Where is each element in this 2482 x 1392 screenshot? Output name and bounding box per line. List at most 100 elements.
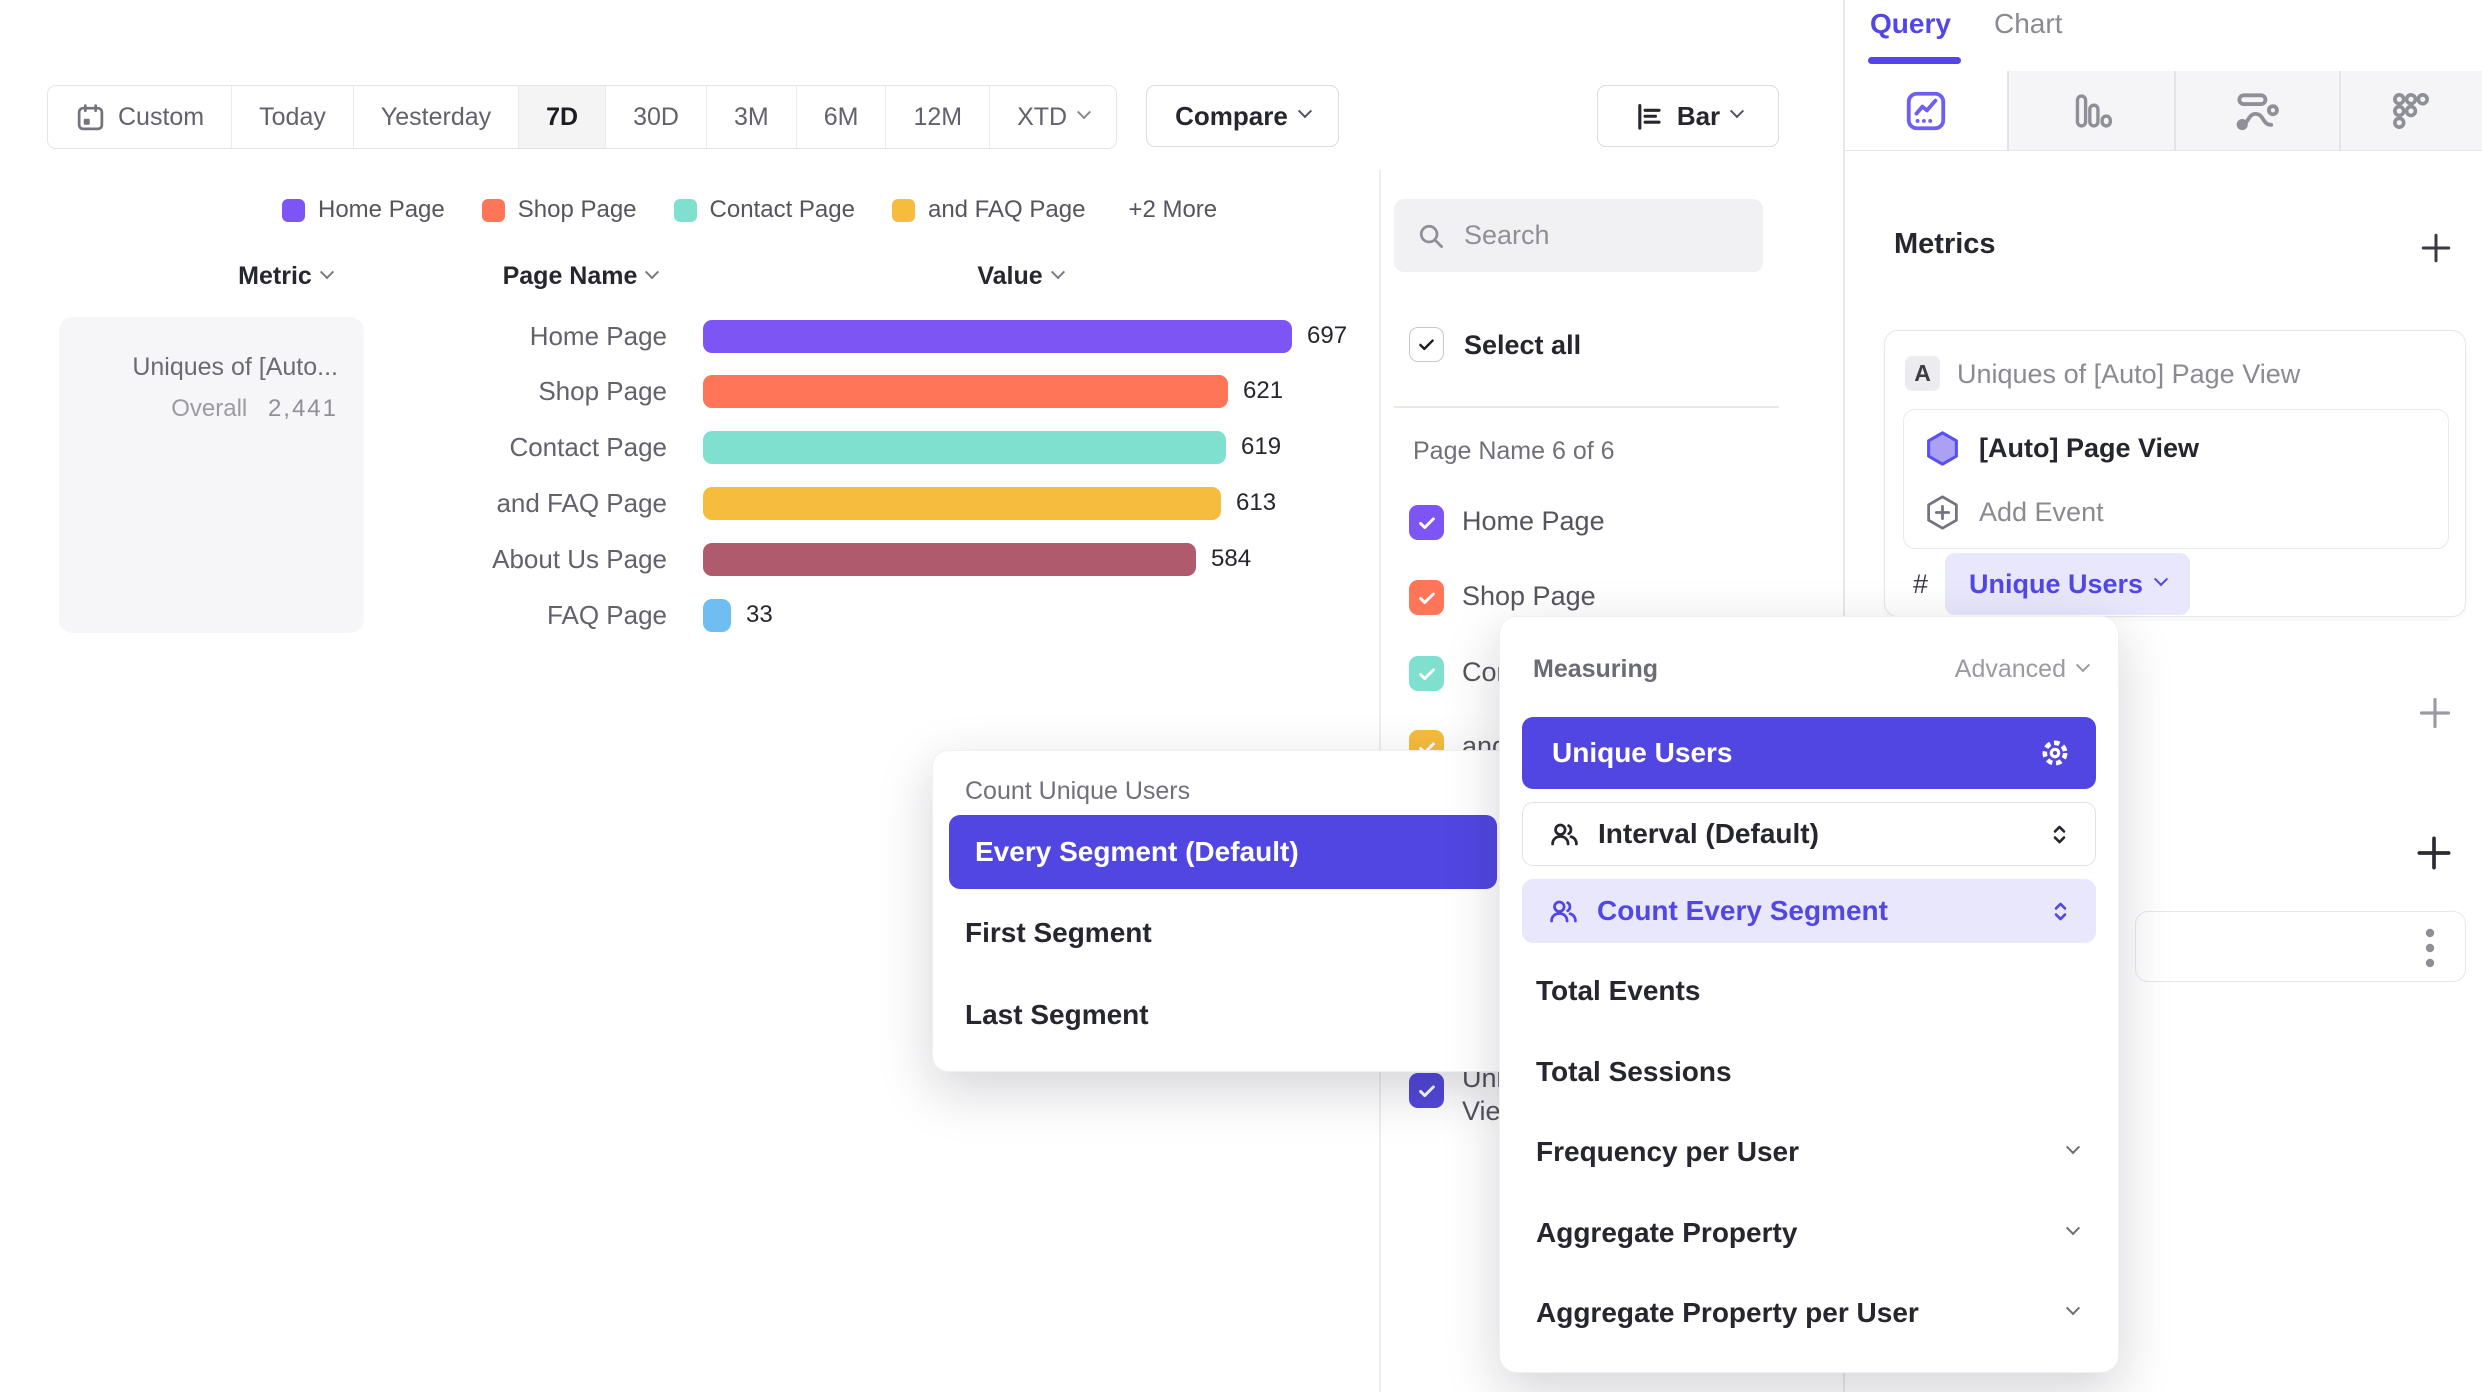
menu-item-total-sessions[interactable]: Total Sessions bbox=[1536, 1056, 1732, 1088]
menu-item-every-segment[interactable]: Every Segment (Default) bbox=[949, 815, 1497, 889]
report-tab-flows[interactable] bbox=[2175, 71, 2339, 150]
segment-checkbox-contact-page[interactable] bbox=[1409, 656, 1444, 691]
report-tab-funnels[interactable] bbox=[2008, 71, 2173, 150]
menu-item-aggregate-property[interactable]: Aggregate Property bbox=[1536, 1217, 1797, 1249]
segment-checkbox-shop-page[interactable] bbox=[1409, 580, 1444, 615]
active-tab-underline bbox=[1868, 57, 1961, 64]
legend-item[interactable]: and FAQ Page bbox=[892, 196, 1085, 224]
retention-tab-icon bbox=[2389, 89, 2433, 133]
chevron-down-icon bbox=[1077, 105, 1091, 119]
measure-hash-symbol: # bbox=[1913, 569, 1928, 600]
date-range-label: Custom bbox=[118, 103, 204, 132]
menu-item-unique-users[interactable]: Unique Users bbox=[1522, 717, 2096, 789]
add-metric-plus-icon[interactable] bbox=[2418, 230, 2454, 266]
report-tab-retention[interactable] bbox=[2340, 71, 2482, 150]
bar[interactable] bbox=[703, 599, 731, 632]
count-every-segment-selector[interactable]: Count Every Segment bbox=[1522, 879, 2096, 943]
select-all-checkbox[interactable] bbox=[1409, 327, 1444, 362]
check-icon bbox=[1416, 587, 1438, 609]
menu-item-total-events[interactable]: Total Events bbox=[1536, 975, 1700, 1007]
tab-query[interactable]: Query bbox=[1870, 8, 1951, 40]
chevron-down-icon bbox=[2154, 572, 2168, 586]
metric-badge: A bbox=[1905, 356, 1940, 391]
search-input[interactable] bbox=[1462, 219, 1726, 252]
breakdown-card[interactable] bbox=[2135, 911, 2466, 982]
metric-query-card[interactable]: A Uniques of [Auto] Page View [Auto] Pag… bbox=[1884, 330, 2466, 617]
gear-icon[interactable] bbox=[2038, 736, 2072, 770]
advanced-toggle[interactable]: Advanced bbox=[1955, 655, 2088, 684]
date-range-today[interactable]: Today bbox=[231, 86, 353, 148]
chart-row: Contact Page 619 bbox=[380, 430, 1281, 464]
people-icon bbox=[1549, 820, 1580, 849]
search-icon bbox=[1416, 221, 1446, 251]
column-header-value[interactable]: Value bbox=[905, 262, 1135, 291]
bar[interactable] bbox=[703, 431, 1226, 464]
segment-group-label: Page Name 6 of 6 bbox=[1413, 437, 1615, 466]
report-tab-insights[interactable] bbox=[1845, 71, 2007, 150]
bar-label: Contact Page bbox=[380, 432, 667, 463]
date-range-xtd[interactable]: XTD bbox=[989, 86, 1116, 148]
date-range-3m[interactable]: 3M bbox=[706, 86, 796, 148]
event-row[interactable]: [Auto] Page View bbox=[1924, 430, 2199, 467]
chart-type-dropdown[interactable]: Bar bbox=[1597, 85, 1779, 147]
chevron-down-icon bbox=[2076, 658, 2090, 672]
bar-value: 621 bbox=[1243, 377, 1283, 405]
add-event-label: Add Event bbox=[1979, 497, 2104, 528]
popup-title: Count Unique Users bbox=[965, 777, 1190, 806]
date-range-custom[interactable]: Custom bbox=[48, 86, 231, 148]
legend-item[interactable]: Shop Page bbox=[482, 196, 637, 224]
compare-button[interactable]: Compare bbox=[1146, 85, 1339, 147]
column-header-page-name[interactable]: Page Name bbox=[455, 262, 705, 291]
bar-label: FAQ Page bbox=[380, 600, 667, 631]
event-name: [Auto] Page View bbox=[1979, 433, 2199, 464]
date-range-7d[interactable]: 7D bbox=[518, 86, 605, 148]
date-range-30d[interactable]: 30D bbox=[605, 86, 706, 148]
tab-chart[interactable]: Chart bbox=[1994, 8, 2062, 40]
legend-item[interactable]: Contact Page bbox=[674, 196, 855, 224]
overall-label: Overall bbox=[171, 395, 247, 422]
metric-summary-card[interactable]: Uniques of [Auto... Overall 2,441 bbox=[59, 317, 364, 633]
bar[interactable] bbox=[703, 375, 1228, 408]
date-range-6m[interactable]: 6M bbox=[796, 86, 886, 148]
date-range-yesterday[interactable]: Yesterday bbox=[353, 86, 518, 148]
check-icon bbox=[1416, 334, 1437, 355]
add-filter-plus-icon[interactable] bbox=[2416, 694, 2454, 732]
add-event-row[interactable]: Add Event bbox=[1924, 494, 2104, 531]
event-block: [Auto] Page View Add Event bbox=[1903, 409, 2449, 549]
calendar-icon bbox=[75, 102, 106, 133]
menu-item-first-segment[interactable]: First Segment bbox=[965, 917, 1152, 949]
segment-checkbox-home-page[interactable] bbox=[1409, 505, 1444, 540]
popup-title: Measuring bbox=[1533, 655, 1658, 684]
chart-row: Home Page 697 bbox=[380, 319, 1347, 353]
chevron-down-icon bbox=[2066, 1301, 2080, 1315]
bar-label: About Us Page bbox=[380, 544, 667, 575]
segment-checkbox-extra[interactable] bbox=[1409, 1073, 1444, 1108]
metric-summary-title: Uniques of [Auto... bbox=[132, 353, 338, 382]
legend-swatch bbox=[482, 199, 505, 222]
overall-value: 2,441 bbox=[268, 395, 338, 422]
segment-label[interactable]: Shop Page bbox=[1462, 581, 1596, 612]
bar-value: 33 bbox=[746, 601, 773, 629]
bar[interactable] bbox=[703, 543, 1196, 576]
menu-item-aggregate-property-per-user[interactable]: Aggregate Property per User bbox=[1536, 1297, 1919, 1329]
segment-search[interactable] bbox=[1394, 199, 1763, 272]
bar-value: 697 bbox=[1307, 322, 1347, 350]
legend-item[interactable]: Home Page bbox=[282, 196, 445, 224]
bar[interactable] bbox=[703, 320, 1292, 353]
legend-swatch bbox=[674, 199, 697, 222]
column-header-metric[interactable]: Metric bbox=[170, 262, 400, 291]
measure-dropdown[interactable]: Unique Users bbox=[1945, 553, 2190, 615]
interval-selector[interactable]: Interval (Default) bbox=[1522, 802, 2096, 866]
chart-row: Shop Page 621 bbox=[380, 374, 1283, 408]
menu-item-last-segment[interactable]: Last Segment bbox=[965, 999, 1149, 1031]
menu-item-frequency-per-user[interactable]: Frequency per User bbox=[1536, 1136, 1799, 1168]
segment-label[interactable]: Home Page bbox=[1462, 506, 1605, 537]
legend-more[interactable]: +2 More bbox=[1128, 196, 1217, 224]
kebab-menu-icon[interactable] bbox=[2424, 927, 2436, 969]
date-range-12m[interactable]: 12M bbox=[885, 86, 989, 148]
check-icon bbox=[1416, 1080, 1438, 1102]
bar-value: 619 bbox=[1241, 433, 1281, 461]
bar[interactable] bbox=[703, 487, 1221, 520]
add-breakdown-plus-icon[interactable] bbox=[2414, 833, 2454, 873]
check-icon bbox=[1416, 512, 1438, 534]
